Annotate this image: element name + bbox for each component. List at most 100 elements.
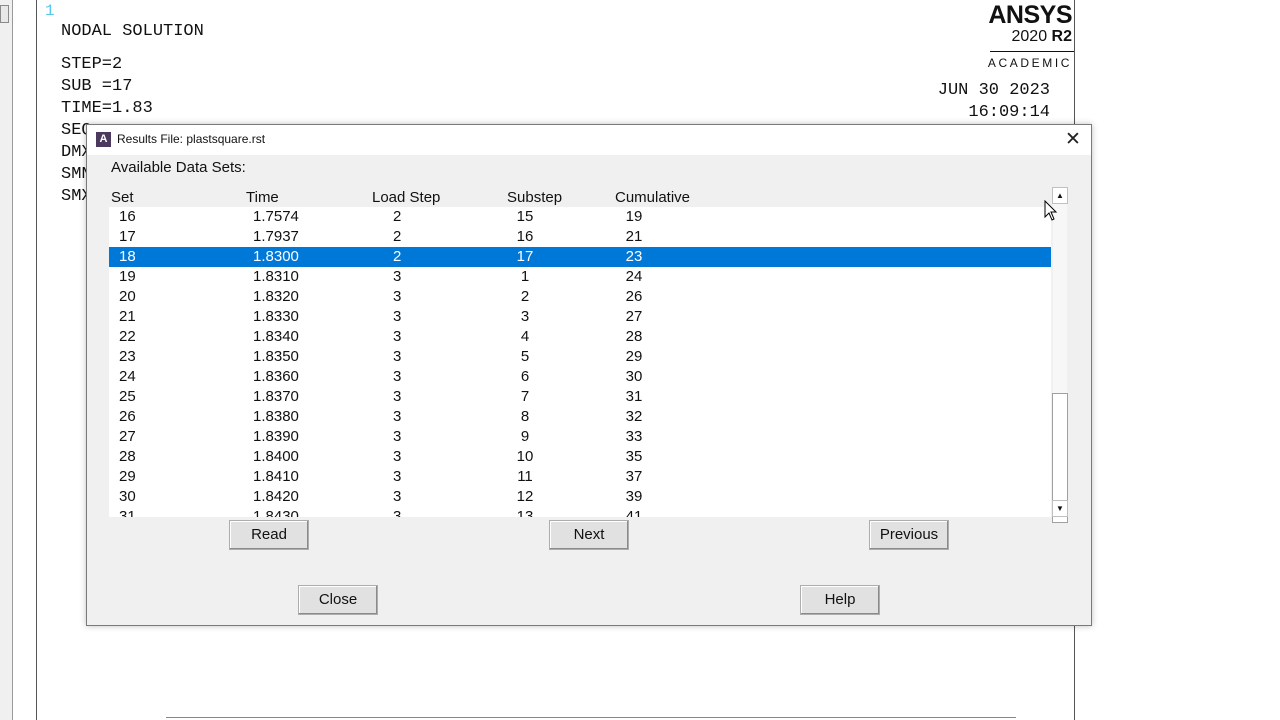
cell-substep: 6 <box>520 368 530 385</box>
cell-time: 1.7937 <box>253 228 299 245</box>
available-data-sets-label: Available Data Sets: <box>111 159 246 176</box>
cell-load-step: 3 <box>393 368 402 385</box>
cell-substep: 16 <box>516 228 534 245</box>
table-row[interactable]: 21 1.8330 3 3 27 <box>109 307 1051 327</box>
table-row[interactable]: 28 1.8400 3 10 35 <box>109 447 1051 467</box>
cell-cumulative: 41 <box>625 508 643 517</box>
dialog-title: Results File: plastsquare.rst <box>117 132 266 146</box>
list-scrollbar[interactable]: ▲ ▼ <box>1051 187 1069 523</box>
cell-load-step: 2 <box>393 248 402 265</box>
cell-substep: 2 <box>520 288 530 305</box>
close-button[interactable]: Close <box>298 585 378 615</box>
table-row[interactable]: 19 1.8310 3 1 24 <box>109 267 1051 287</box>
cell-cumulative: 33 <box>625 428 643 445</box>
table-row[interactable]: 27 1.8390 3 9 33 <box>109 427 1051 447</box>
cell-time: 1.8400 <box>253 448 299 465</box>
cell-substep: 8 <box>520 408 530 425</box>
cell-cumulative: 39 <box>625 488 643 505</box>
cell-load-step: 2 <box>393 208 402 225</box>
cell-time: 1.8300 <box>253 248 299 265</box>
cell-set: 26 <box>119 408 136 425</box>
cell-substep: 4 <box>520 328 530 345</box>
table-row[interactable]: 30 1.8420 3 12 39 <box>109 487 1051 507</box>
cell-load-step: 3 <box>393 408 402 425</box>
cell-cumulative: 29 <box>625 348 643 365</box>
cell-set: 24 <box>119 368 136 385</box>
cell-set: 19 <box>119 268 136 285</box>
close-icon[interactable]: ✕ <box>1061 129 1085 151</box>
logo-edition: ACADEMIC <box>987 56 1073 70</box>
ansys-logo: ANSYS 2020 R2 ACADEMIC <box>986 2 1074 70</box>
cell-set: 25 <box>119 388 136 405</box>
cell-load-step: 3 <box>393 288 402 305</box>
logo-version: 2020 R2 <box>986 28 1074 46</box>
left-toolbar-strip <box>0 0 13 720</box>
cell-substep: 5 <box>520 348 530 365</box>
help-button[interactable]: Help <box>800 585 880 615</box>
cell-load-step: 3 <box>393 448 402 465</box>
logo-version-release: R2 <box>1051 28 1072 45</box>
mouse-pointer-icon <box>1044 200 1058 221</box>
next-button[interactable]: Next <box>549 520 629 550</box>
dialog-titlebar[interactable]: A Results File: plastsquare.rst ✕ <box>87 125 1091 155</box>
cell-time: 1.8420 <box>253 488 299 505</box>
plot-time: TIME=1.83 <box>61 99 153 118</box>
table-row[interactable]: 23 1.8350 3 5 29 <box>109 347 1051 367</box>
cell-set: 21 <box>119 308 136 325</box>
table-row[interactable]: 31 1.8430 3 13 41 <box>109 507 1051 517</box>
column-header-set: Set <box>111 189 134 206</box>
cell-time: 1.8370 <box>253 388 299 405</box>
cell-substep: 11 <box>517 468 533 485</box>
table-row[interactable]: 20 1.8320 3 2 26 <box>109 287 1051 307</box>
table-row[interactable]: 25 1.8370 3 7 31 <box>109 387 1051 407</box>
cell-load-step: 3 <box>393 328 402 345</box>
cell-cumulative: 23 <box>625 248 643 265</box>
cell-load-step: 2 <box>393 228 402 245</box>
table-row[interactable]: 24 1.8360 3 6 30 <box>109 367 1051 387</box>
cell-cumulative: 37 <box>625 468 643 485</box>
cell-cumulative: 30 <box>625 368 643 385</box>
logo-version-number: 2020 <box>1011 28 1052 45</box>
cell-time: 1.8430 <box>253 508 299 517</box>
cell-cumulative: 21 <box>625 228 643 245</box>
logo-name: ANSYS <box>988 1 1072 29</box>
cell-load-step: 3 <box>393 388 402 405</box>
ansys-app-icon: A <box>96 132 111 147</box>
cell-set: 29 <box>119 468 136 485</box>
cell-load-step: 3 <box>393 468 402 485</box>
cell-cumulative: 28 <box>625 328 643 345</box>
table-row[interactable]: 18 1.8300 2 17 23 <box>109 247 1051 267</box>
cell-set: 31 <box>119 508 136 517</box>
data-sets-list[interactable]: 16 1.7574 2 15 19 17 1.7937 2 16 21 18 1.8300 2 17 23 1… <box>109 207 1051 517</box>
cell-cumulative: 24 <box>625 268 643 285</box>
cell-substep: 1 <box>520 268 530 285</box>
cell-cumulative: 27 <box>625 308 643 325</box>
table-row[interactable]: 26 1.8380 3 8 32 <box>109 407 1051 427</box>
cell-load-step: 3 <box>393 268 402 285</box>
cell-substep: 12 <box>516 488 534 505</box>
cell-time: 1.8350 <box>253 348 299 365</box>
cell-substep: 15 <box>516 208 534 225</box>
cell-set: 27 <box>119 428 136 445</box>
table-row[interactable]: 17 1.7937 2 16 21 <box>109 227 1051 247</box>
logo-divider <box>990 51 1074 52</box>
cell-time: 1.8320 <box>253 288 299 305</box>
scroll-down-arrow-icon[interactable]: ▼ <box>1052 500 1068 517</box>
read-button[interactable]: Read <box>229 520 309 550</box>
cell-set: 30 <box>119 488 136 505</box>
table-row[interactable]: 16 1.7574 2 15 19 <box>109 207 1051 227</box>
toolbar-toggle-button[interactable] <box>0 5 9 23</box>
cell-cumulative: 19 <box>625 208 643 225</box>
cell-substep: 7 <box>520 388 530 405</box>
cell-time: 1.8360 <box>253 368 299 385</box>
previous-button[interactable]: Previous <box>869 520 949 550</box>
cell-set: 23 <box>119 348 136 365</box>
cell-load-step: 3 <box>393 308 402 325</box>
table-row[interactable]: 29 1.8410 3 11 37 <box>109 467 1051 487</box>
cell-cumulative: 32 <box>625 408 643 425</box>
cell-cumulative: 31 <box>625 388 643 405</box>
cell-set: 20 <box>119 288 136 305</box>
graphics-bottom-line <box>166 717 1016 718</box>
table-row[interactable]: 22 1.8340 3 4 28 <box>109 327 1051 347</box>
window-number: 1 <box>45 2 55 20</box>
